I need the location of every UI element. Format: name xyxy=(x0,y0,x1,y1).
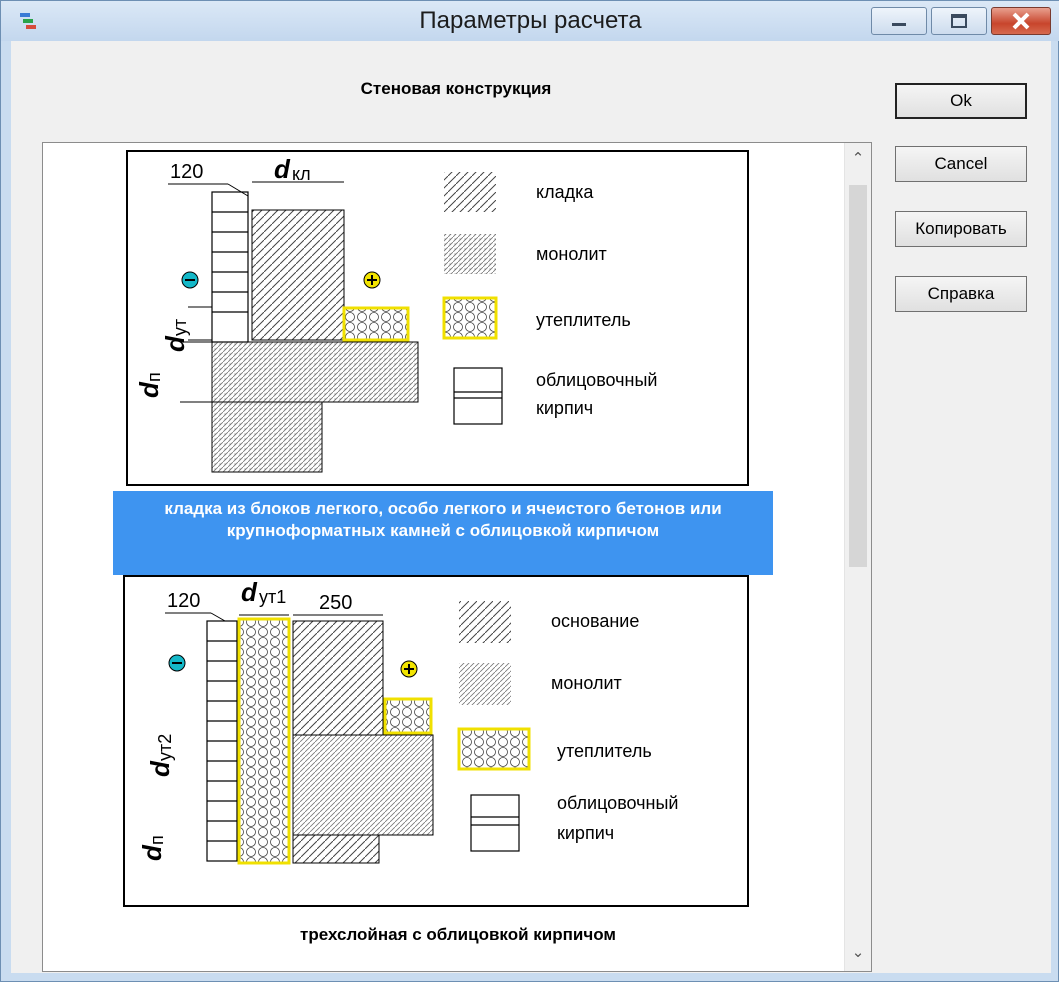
legend-monolith: монолит xyxy=(551,673,622,693)
list-item-diagram[interactable]: 120 d ут1 250 d ут2 d п основание моноли… xyxy=(123,575,749,907)
minimize-icon xyxy=(892,23,906,26)
dim-ins-sub: ут xyxy=(170,319,190,336)
list-item-caption[interactable]: трехслойная с облицовкой кирпичом xyxy=(43,925,871,945)
dim-masonry-sub: кл xyxy=(292,164,311,184)
legend-insulation: утеплитель xyxy=(557,741,652,761)
dialog-window: Параметры расчета Стеновая конструкция O… xyxy=(0,0,1059,982)
legend-insulation: утеплитель xyxy=(536,310,631,330)
section-heading: Стеновая конструкция xyxy=(360,79,552,98)
close-button[interactable] xyxy=(991,7,1051,35)
minimize-button[interactable] xyxy=(871,7,927,35)
dialog-client: Стеновая конструкция Ok Cancel Копироват… xyxy=(11,41,1051,973)
wall-section-diagram: 120 d кл d ут d п xyxy=(134,154,503,473)
dim-ins2-label: d xyxy=(145,760,175,777)
title-bar[interactable]: Параметры расчета xyxy=(1,1,1059,41)
dim-ins2-sub: ут2 xyxy=(155,734,175,761)
dim-width-label: 120 xyxy=(170,161,203,183)
list-item-diagram[interactable]: 120 d кл d ут d п кладка монолит утеплит… xyxy=(126,150,749,486)
ok-button[interactable]: Ok xyxy=(895,83,1027,119)
legend-facing-1: облицовочный xyxy=(557,793,679,813)
dim-250-label: 250 xyxy=(319,592,352,614)
cancel-button[interactable]: Cancel xyxy=(895,146,1027,182)
dim-masonry-label: d xyxy=(274,154,291,184)
dim-base-label: d xyxy=(137,844,167,861)
legend-masonry: кладка xyxy=(536,182,594,202)
scroll-up-arrow-icon[interactable]: ⌃ xyxy=(845,149,871,167)
vertical-scrollbar[interactable]: ⌃ ⌄ xyxy=(844,143,871,971)
legend-facing-2: кирпич xyxy=(536,398,594,418)
scrollbar-thumb[interactable] xyxy=(849,185,867,567)
dim-base-sub: п xyxy=(144,372,164,382)
maximize-button[interactable] xyxy=(931,7,987,35)
dim-ins1-label: d xyxy=(241,577,258,607)
maximize-icon xyxy=(951,14,967,28)
list-item-caption-selected[interactable]: кладка из блоков легкого, особо легкого … xyxy=(113,491,773,575)
dim-base-label: d xyxy=(134,381,164,398)
help-button[interactable]: Справка xyxy=(895,276,1027,312)
legend-monolith: монолит xyxy=(536,244,607,264)
copy-button[interactable]: Копировать xyxy=(895,211,1027,247)
dim-base-sub: п xyxy=(147,835,167,845)
construction-list[interactable]: 120 d кл d ут d п кладка монолит утеплит… xyxy=(42,142,872,972)
close-icon xyxy=(1012,12,1030,30)
legend-facing-1: облицовочный xyxy=(536,370,658,390)
legend-base: основание xyxy=(551,611,640,631)
three-layer-wall-diagram: 120 d ут1 250 d ут2 d п xyxy=(137,577,531,865)
dim-ins-label: d xyxy=(160,335,190,352)
legend-facing-2: кирпич xyxy=(557,823,615,843)
dim-width-label: 120 xyxy=(167,590,200,612)
scroll-down-arrow-icon[interactable]: ⌄ xyxy=(845,943,871,961)
dim-ins1-sub: ут1 xyxy=(259,587,286,607)
